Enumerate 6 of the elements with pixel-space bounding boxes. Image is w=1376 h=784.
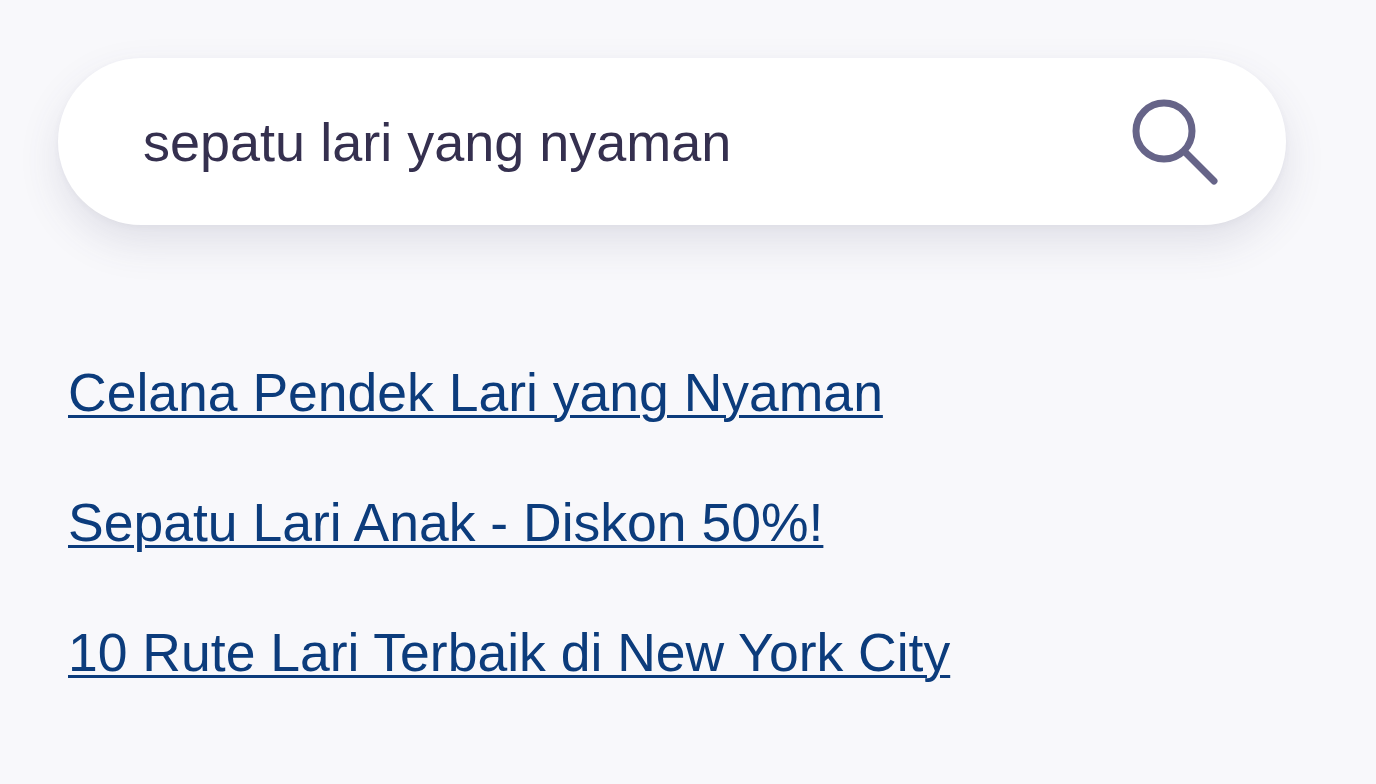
- result-link[interactable]: 10 Rute Lari Terbaik di New York City: [68, 623, 951, 683]
- result-link[interactable]: Sepatu Lari Anak - Diskon 50%!: [68, 493, 824, 553]
- search-field[interactable]: sepatu lari yang nyaman: [143, 110, 1092, 173]
- result-link[interactable]: Celana Pendek Lari yang Nyaman: [68, 363, 883, 423]
- search-bar[interactable]: sepatu lari yang nyaman: [58, 58, 1286, 225]
- search-icon[interactable]: [1132, 98, 1218, 185]
